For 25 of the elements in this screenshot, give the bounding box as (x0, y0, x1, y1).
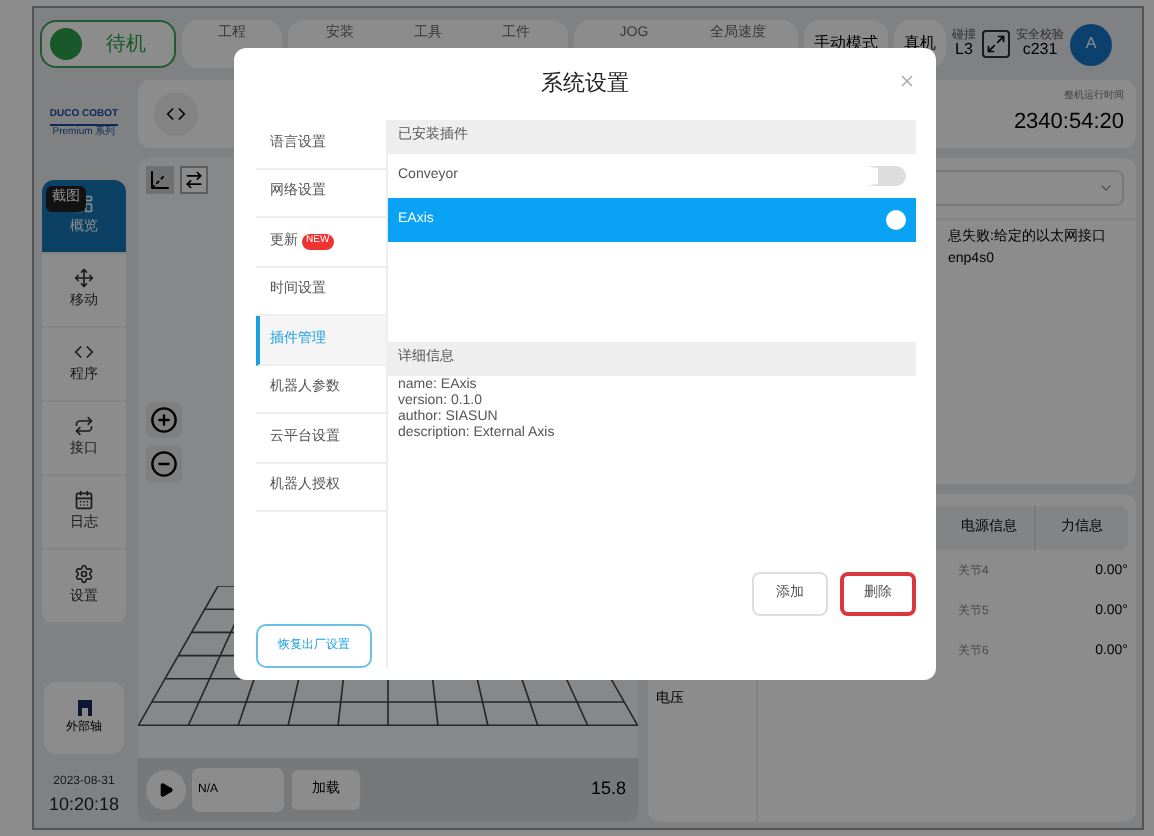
calendar-icon (74, 489, 94, 510)
axis-icon[interactable] (146, 166, 174, 194)
runtime-value: 2340:54:20 (1013, 107, 1124, 137)
collision-level: L3 (955, 42, 973, 58)
dialog-title: 系统设置 (541, 69, 629, 100)
play-icon (158, 782, 174, 798)
code-icon (166, 104, 186, 124)
status-label: 待机 (106, 31, 146, 59)
chevron-down-icon (1098, 180, 1114, 196)
clock: 10:20:18 (48, 791, 120, 817)
zoom-in-icon[interactable] (146, 402, 182, 438)
repeat-icon (74, 415, 94, 436)
safety-code: c231 (1022, 42, 1058, 58)
gantry-icon (75, 696, 93, 716)
expand-icon[interactable] (982, 30, 1010, 58)
user-avatar[interactable]: A (1070, 23, 1112, 65)
speed-value: 15.8 (590, 776, 628, 803)
code-button[interactable] (154, 92, 198, 136)
move-icon (74, 267, 94, 288)
swap-icon[interactable] (180, 166, 208, 194)
zoom-out-icon[interactable] (146, 446, 182, 482)
code-icon (74, 341, 94, 362)
settings-icon (74, 563, 94, 584)
plugin-toggle[interactable] (862, 166, 906, 186)
play-button[interactable] (146, 770, 186, 810)
